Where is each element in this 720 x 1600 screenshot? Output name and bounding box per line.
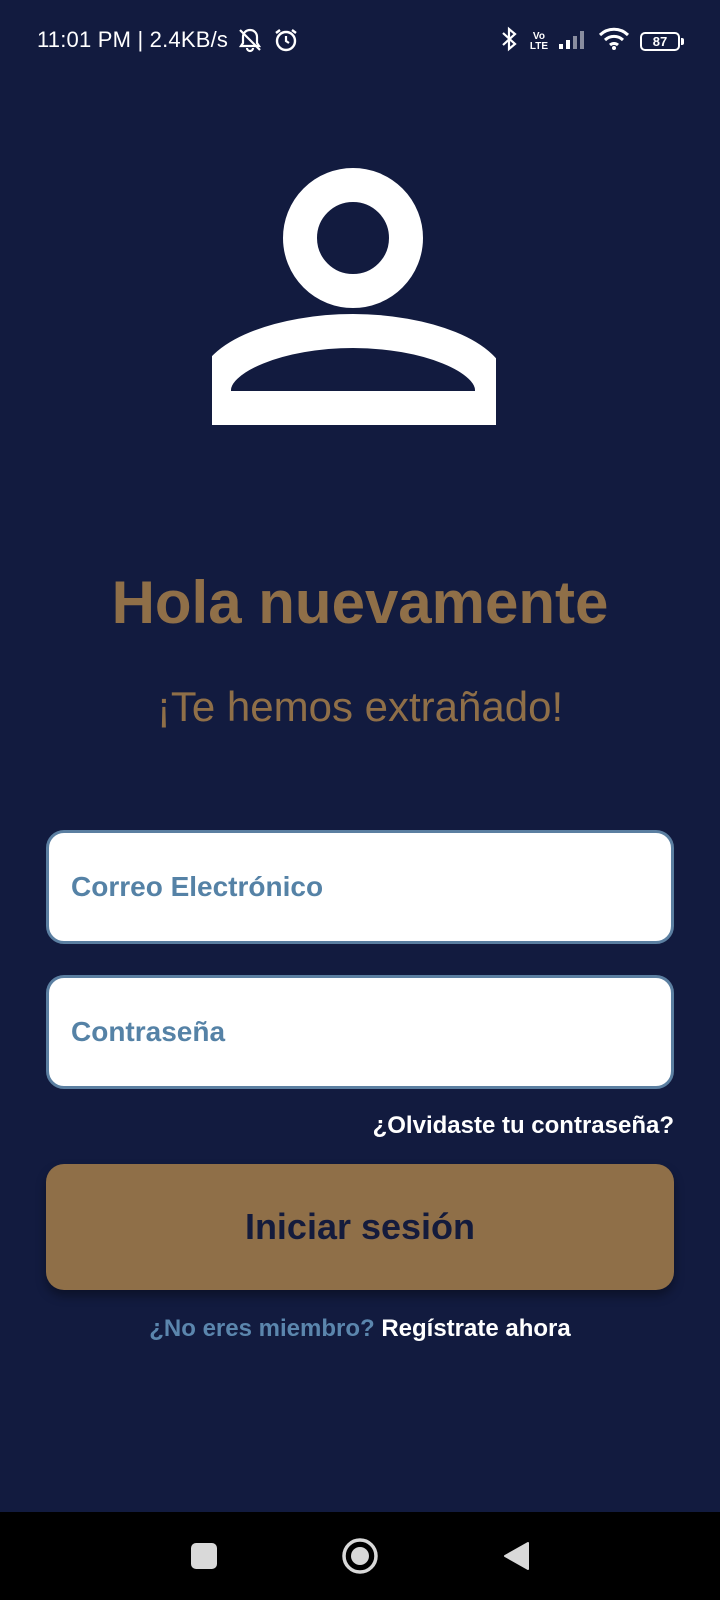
password-field[interactable] (46, 975, 674, 1089)
navigation-bar (0, 1512, 720, 1600)
back-icon[interactable] (492, 1532, 540, 1580)
register-question: ¿No eres miembro? (149, 1315, 375, 1342)
home-icon[interactable] (336, 1532, 384, 1580)
status-time: 11:01 PM | 2.4KB/s (37, 27, 229, 52)
volte-icon: Vo LTE (529, 30, 548, 52)
page-subtitle: ¡Te hemos extrañado! (156, 683, 564, 730)
register-link[interactable]: Regístrate ahora (381, 1315, 570, 1342)
battery-icon: 87 (640, 32, 684, 51)
forgot-password-link[interactable]: ¿Olvidaste tu contraseña? (373, 1112, 674, 1140)
user-icon (197, 168, 509, 454)
email-field[interactable] (46, 830, 674, 944)
bluetooth-icon (498, 26, 520, 57)
register-prompt: ¿No eres miembro? Regístrate ahora (0, 1315, 720, 1343)
wifi-icon (598, 27, 630, 56)
battery-level: 87 (652, 34, 668, 49)
login-button-label: Iniciar sesión (244, 1206, 476, 1247)
password-input[interactable] (69, 1015, 671, 1049)
login-button[interactable]: Iniciar sesión (46, 1164, 674, 1290)
alarm-icon (272, 26, 300, 54)
status-bar: 11:01 PM | 2.4KB/s Vo LTE 87 (0, 0, 720, 84)
muted-bell-icon (236, 26, 264, 54)
recent-apps-icon[interactable] (180, 1532, 228, 1580)
signal-icon (558, 28, 588, 55)
page-title: Hola nuevamente (111, 569, 609, 636)
email-input[interactable] (69, 870, 671, 904)
